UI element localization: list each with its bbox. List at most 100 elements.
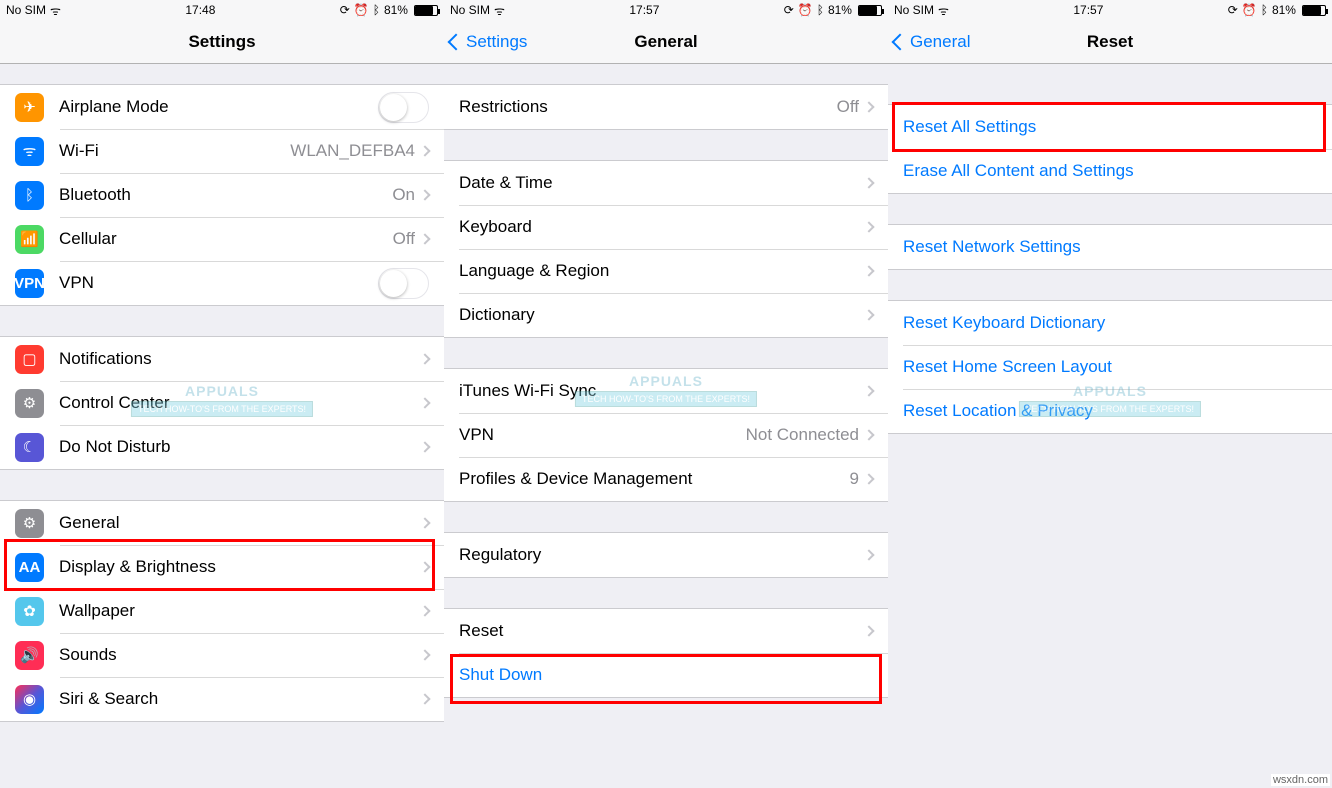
- chevron-right-icon: [863, 625, 874, 636]
- wifi-label: Wi-Fi: [59, 141, 290, 161]
- chevron-right-icon: [863, 549, 874, 560]
- airplane-toggle[interactable]: [378, 92, 429, 123]
- row-date-time[interactable]: Date & Time: [444, 161, 888, 205]
- profiles-value: 9: [850, 469, 859, 489]
- row-wallpaper[interactable]: ✿ Wallpaper: [0, 589, 444, 633]
- notifications-label: Notifications: [59, 349, 421, 369]
- back-button[interactable]: General: [894, 32, 970, 52]
- sim-label: No SIM: [6, 3, 46, 17]
- alarm-icon: ⏰: [1242, 3, 1257, 17]
- battery-pct: 81%: [828, 3, 852, 17]
- row-dnd[interactable]: ☾ Do Not Disturb: [0, 425, 444, 469]
- row-reset-location[interactable]: Reset Location & Privacy: [888, 389, 1332, 433]
- row-reset-home[interactable]: Reset Home Screen Layout: [888, 345, 1332, 389]
- chevron-right-icon: [863, 177, 874, 188]
- battery-pct: 81%: [384, 3, 408, 17]
- row-reset-all[interactable]: Reset All Settings: [888, 105, 1332, 149]
- row-itunes-sync[interactable]: iTunes Wi-Fi Sync: [444, 369, 888, 413]
- row-reset[interactable]: Reset: [444, 609, 888, 653]
- sim-label: No SIM: [894, 3, 934, 17]
- row-reset-network[interactable]: Reset Network Settings: [888, 225, 1332, 269]
- row-shut-down[interactable]: Shut Down: [444, 653, 888, 697]
- row-sounds[interactable]: 🔊 Sounds: [0, 633, 444, 677]
- row-erase-all[interactable]: Erase All Content and Settings: [888, 149, 1332, 193]
- chevron-right-icon: [863, 221, 874, 232]
- bluetooth-icon: ᛒ: [1261, 3, 1268, 17]
- row-cellular[interactable]: 📶 Cellular Off: [0, 217, 444, 261]
- status-bar: No SIMᯤ 17:48 ⟳⏰ᛒ81%: [0, 0, 444, 20]
- row-vpn[interactable]: VPN Not Connected: [444, 413, 888, 457]
- restrictions-label: Restrictions: [459, 97, 837, 117]
- vpn-label: VPN: [59, 273, 378, 293]
- general-icon: ⚙: [15, 509, 44, 538]
- row-wifi[interactable]: ᯤ Wi-Fi WLAN_DEFBA4: [0, 129, 444, 173]
- chevron-right-icon: [863, 473, 874, 484]
- wallpaper-label: Wallpaper: [59, 601, 421, 621]
- display-icon: AA: [15, 553, 44, 582]
- control-center-icon: ⚙: [15, 389, 44, 418]
- row-profiles[interactable]: Profiles & Device Management 9: [444, 457, 888, 501]
- chevron-right-icon: [863, 429, 874, 440]
- clock: 17:57: [1073, 3, 1103, 17]
- bluetooth-icon: ᛒ: [817, 3, 824, 17]
- row-restrictions[interactable]: Restrictions Off: [444, 85, 888, 129]
- battery-pct: 81%: [1272, 3, 1296, 17]
- screen-reset: No SIM ᯤ 17:57 ⟳ ⏰ ᛒ 81% General Reset Reset…: [888, 0, 1332, 788]
- wifi-value: WLAN_DEFBA4: [290, 141, 415, 161]
- bluetooth-icon: ᛒ: [15, 181, 44, 210]
- chevron-right-icon: [419, 693, 430, 704]
- vpn-icon: VPN: [15, 269, 44, 298]
- nav-bar: General Reset: [888, 20, 1332, 64]
- row-language-region[interactable]: Language & Region: [444, 249, 888, 293]
- row-control-center[interactable]: ⚙ Control Center: [0, 381, 444, 425]
- wifi-icon: ᯤ: [938, 2, 949, 19]
- siri-label: Siri & Search: [59, 689, 421, 709]
- lock-icon: ⟳: [1228, 3, 1238, 17]
- row-airplane[interactable]: ✈ Airplane Mode: [0, 85, 444, 129]
- chevron-right-icon: [419, 561, 430, 572]
- page-title: General: [634, 32, 697, 52]
- status-bar: No SIM ᯤ 17:57 ⟳ ⏰ ᛒ 81%: [888, 0, 1332, 20]
- row-display[interactable]: AA Display & Brightness: [0, 545, 444, 589]
- clock: 17:48: [185, 3, 215, 17]
- row-dictionary[interactable]: Dictionary: [444, 293, 888, 337]
- restrictions-value: Off: [837, 97, 859, 117]
- image-credit: wsxdn.com: [1271, 774, 1330, 786]
- siri-icon: ◉: [15, 685, 44, 714]
- chevron-left-icon: [892, 33, 909, 50]
- sounds-label: Sounds: [59, 645, 421, 665]
- wifi-icon: ᯤ: [15, 137, 44, 166]
- row-vpn[interactable]: VPN VPN: [0, 261, 444, 305]
- back-button[interactable]: Settings: [450, 32, 527, 52]
- screen-general: No SIMᯤ 17:57 ⟳⏰ᛒ81% Settings General Re…: [444, 0, 888, 788]
- chevron-right-icon: [419, 517, 430, 528]
- sim-label: No SIM: [450, 3, 490, 17]
- row-regulatory[interactable]: Regulatory: [444, 533, 888, 577]
- row-general[interactable]: ⚙ General: [0, 501, 444, 545]
- chevron-right-icon: [419, 189, 430, 200]
- sounds-icon: 🔊: [15, 641, 44, 670]
- chevron-right-icon: [419, 145, 430, 156]
- cellular-icon: 📶: [15, 225, 44, 254]
- dnd-icon: ☾: [15, 433, 44, 462]
- battery-icon: [414, 5, 438, 16]
- airplane-icon: ✈: [15, 93, 44, 122]
- vpn-toggle[interactable]: [378, 268, 429, 299]
- alarm-icon: ⏰: [354, 3, 369, 17]
- chevron-right-icon: [863, 101, 874, 112]
- lock-icon: ⟳: [784, 3, 794, 17]
- cellular-label: Cellular: [59, 229, 393, 249]
- row-bluetooth[interactable]: ᛒ Bluetooth On: [0, 173, 444, 217]
- row-notifications[interactable]: ▢ Notifications: [0, 337, 444, 381]
- chevron-right-icon: [863, 385, 874, 396]
- row-reset-keyboard[interactable]: Reset Keyboard Dictionary: [888, 301, 1332, 345]
- row-siri[interactable]: ◉ Siri & Search: [0, 677, 444, 721]
- chevron-right-icon: [419, 441, 430, 452]
- chevron-right-icon: [863, 309, 874, 320]
- control-center-label: Control Center: [59, 393, 421, 413]
- chevron-right-icon: [419, 397, 430, 408]
- row-keyboard[interactable]: Keyboard: [444, 205, 888, 249]
- vpn-value: Not Connected: [746, 425, 859, 445]
- chevron-left-icon: [448, 33, 465, 50]
- alarm-icon: ⏰: [798, 3, 813, 17]
